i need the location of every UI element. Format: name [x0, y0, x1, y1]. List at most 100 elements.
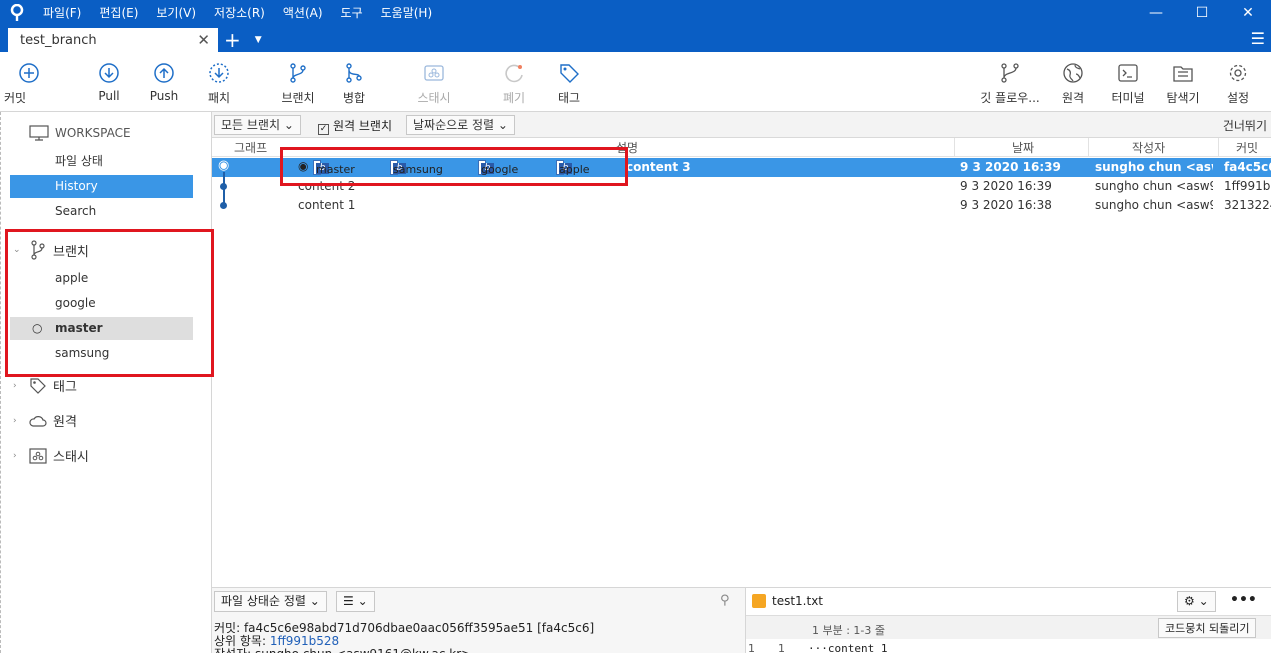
graph-node — [220, 202, 227, 209]
revert-hunk-button[interactable]: 코드뭉치 되돌리기 — [1158, 618, 1257, 638]
menu-bar: 파일(F) 편집(E) 보기(V) 저장소(R) 액션(A) 도구 도움말(H) — [34, 0, 441, 26]
diff-settings-dropdown[interactable]: ⚙ ⌄ — [1177, 591, 1216, 612]
hamburger-menu-icon[interactable]: ☰ — [1251, 29, 1265, 48]
graph-node — [220, 183, 227, 190]
stash-label: 스태시 — [417, 91, 451, 105]
menu-tools[interactable]: 도구 — [332, 0, 372, 26]
file-sort-dropdown[interactable]: 파일 상태순 정렬 ⌄ — [214, 591, 327, 612]
commit-hash: 1ff991b — [1224, 179, 1271, 193]
chevron-right-icon[interactable]: › — [13, 381, 23, 391]
column-divider — [1218, 138, 1219, 157]
workspace-label: WORKSPACE — [55, 126, 131, 140]
discard-icon — [505, 64, 523, 83]
file-icon — [752, 594, 766, 608]
tag-button[interactable]: 태그 — [541, 62, 597, 106]
title-bar: 파일(F) 편집(E) 보기(V) 저장소(R) 액션(A) 도구 도움말(H)… — [0, 0, 1271, 26]
tab-title: test_branch — [20, 32, 97, 48]
remote-button[interactable]: 원격 — [1045, 62, 1101, 106]
commit-author: sungho chun <asw91 — [1095, 179, 1213, 193]
sidebar-item-file-status[interactable]: 파일 상태 — [10, 150, 193, 173]
sort-dropdown[interactable]: 날짜순으로 정렬 ⌄ — [406, 115, 515, 135]
stash-icon — [424, 65, 444, 81]
explorer-button[interactable]: 탐색기 — [1155, 62, 1211, 106]
merge-button[interactable]: 병합 — [326, 62, 382, 106]
col-graph[interactable]: 그래프 — [234, 139, 267, 156]
tags-group[interactable]: › 태그 — [13, 376, 77, 395]
commit-message: content 3 — [626, 160, 691, 174]
push-label: Push — [149, 89, 179, 103]
chevron-down-icon[interactable]: ▼ — [255, 28, 262, 52]
minimize-button[interactable]: — — [1133, 0, 1179, 26]
terminal-icon — [1118, 64, 1138, 82]
merge-icon — [346, 63, 362, 83]
diff-pane: test1.txt ⚙ ⌄ ••• 1 부분 : 1-3 줄 코드뭉치 되돌리기… — [745, 588, 1271, 653]
tag-icon — [30, 377, 46, 394]
chevron-right-icon[interactable]: › — [13, 451, 23, 461]
commit-row[interactable]: content 1 9 3 2020 16:38 sungho chun <as… — [212, 196, 1271, 215]
commit-author: sungho chun <asw9 — [1095, 160, 1213, 174]
commit-date: 9 3 2020 16:39 — [960, 160, 1061, 174]
col-date[interactable]: 날짜 — [1012, 139, 1034, 156]
commit-date: 9 3 2020 16:39 — [960, 179, 1052, 193]
git-flow-button[interactable]: 깃 플로우... — [980, 62, 1040, 106]
maximize-button[interactable]: ☐ — [1179, 0, 1225, 26]
patch-label: 패치 — [207, 91, 231, 105]
search-icon[interactable]: ⚲ — [720, 593, 730, 608]
pull-icon — [99, 63, 119, 83]
patch-button[interactable]: 패치 — [191, 62, 247, 106]
skip-link[interactable]: 건너뛰기 — [1223, 117, 1267, 134]
menu-edit[interactable]: 편집(E) — [90, 0, 147, 26]
hunk-label: 1 부분 : 1-3 줄 — [812, 624, 886, 637]
menu-file[interactable]: 파일(F) — [34, 0, 90, 26]
branches-highlight-box — [5, 229, 214, 377]
commit-hash: 3213224 — [1224, 198, 1271, 212]
list-icon: ☰ — [343, 594, 354, 608]
commit-hash: fa4c5c6 — [1224, 160, 1271, 174]
stash-button[interactable]: 스태시 — [406, 62, 462, 106]
discard-label: 폐기 — [502, 91, 526, 105]
col-author[interactable]: 작성자 — [1132, 139, 1165, 156]
diff-hunk-header: 1 부분 : 1-3 줄 코드뭉치 되돌리기 — [746, 615, 1271, 639]
menu-help[interactable]: 도움말(H) — [372, 0, 442, 26]
pull-button[interactable]: Pull — [81, 62, 137, 103]
col-commit[interactable]: 커밋 — [1236, 139, 1258, 156]
branch-button[interactable]: 브랜치 — [270, 62, 326, 106]
stashes-group[interactable]: › 스태시 — [13, 446, 89, 465]
sidebar: WORKSPACE 파일 상태 History Search ⌄ 브랜치 app… — [0, 112, 214, 653]
view-mode-dropdown[interactable]: ☰ ⌄ — [336, 591, 375, 612]
history-filter-bar: 모든 브랜치 ⌄ ✓ 원격 브랜치 날짜순으로 정렬 ⌄ 건너뛰기 — [212, 112, 1271, 138]
push-button[interactable]: Push — [136, 62, 192, 103]
line-number-new: 1 — [778, 642, 785, 653]
add-tab-button[interactable]: + — [224, 28, 241, 52]
terminal-label: 터미널 — [1111, 91, 1145, 105]
column-divider — [1088, 138, 1089, 157]
monitor-icon — [29, 125, 49, 141]
discard-button[interactable]: 폐기 — [486, 62, 542, 106]
remotes-group[interactable]: › 원격 — [13, 411, 77, 430]
remote-branches-checkbox[interactable]: ✓ 원격 브랜치 — [318, 117, 392, 135]
chevron-right-icon[interactable]: › — [13, 416, 23, 426]
commit-author: sungho chun <asw91 — [1095, 198, 1213, 212]
cloud-icon — [29, 415, 47, 427]
menu-actions[interactable]: 액션(A) — [274, 0, 332, 26]
git-flow-icon — [1001, 63, 1019, 83]
close-window-button[interactable]: ✕ — [1225, 0, 1271, 26]
gear-icon: ⚙ — [1184, 594, 1195, 608]
remote-branches-label: 원격 브랜치 — [333, 119, 393, 133]
commit-button[interactable]: 커밋 — [1, 62, 57, 106]
sidebar-item-history[interactable]: History — [10, 175, 193, 198]
tags-label: 태그 — [53, 380, 77, 395]
globe-icon — [1063, 63, 1083, 83]
menu-repository[interactable]: 저장소(R) — [205, 0, 274, 26]
more-icon[interactable]: ••• — [1230, 592, 1257, 608]
tab-test-branch[interactable]: test_branch ✕ — [8, 28, 218, 52]
terminal-button[interactable]: 터미널 — [1100, 62, 1156, 106]
commit-message: content 1 — [298, 198, 356, 212]
pull-label: Pull — [98, 89, 120, 103]
branch-filter-dropdown[interactable]: 모든 브랜치 ⌄ — [214, 115, 301, 135]
menu-view[interactable]: 보기(V) — [147, 0, 205, 26]
close-icon[interactable]: ✕ — [197, 31, 210, 49]
remotes-label: 원격 — [53, 415, 77, 430]
sidebar-item-search[interactable]: Search — [10, 200, 193, 223]
settings-button[interactable]: 설정 — [1210, 62, 1266, 106]
